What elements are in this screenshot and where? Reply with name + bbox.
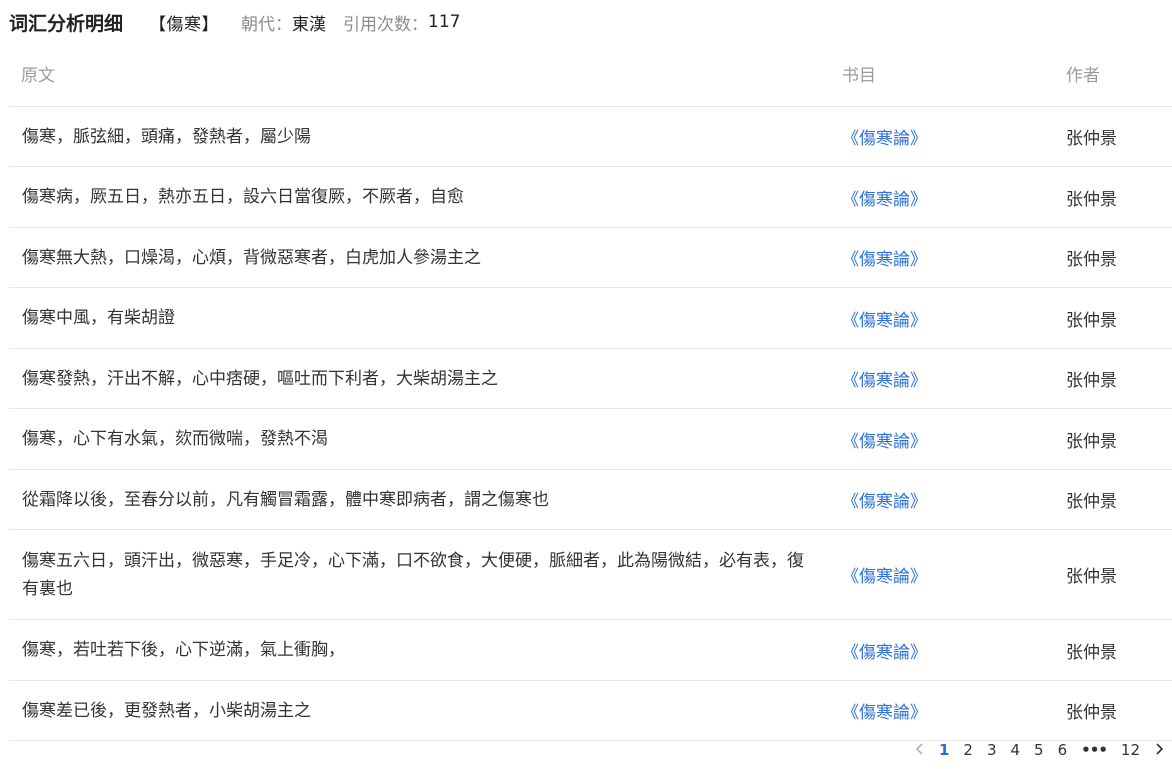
citations-count: 117 — [428, 12, 461, 32]
row-author: 张仲景 — [1066, 642, 1117, 663]
row-book-link[interactable]: 《傷寒論》 — [842, 107, 927, 166]
citations-label: 引用次数： — [343, 14, 429, 35]
table-row: 傷寒五六日，頭汗出，微惡寒，手足冷，心下滿，口不欲食，大便硬，脈細者，此為陽微結… — [9, 530, 1172, 620]
row-author: 张仲景 — [1066, 371, 1117, 391]
row-book-link[interactable]: 《傷寒論》 — [842, 228, 927, 287]
row-original-text: 從霜降以後，至春分以前，凡有觸冒霜露，體中寒即病者，謂之傷寒也 — [22, 489, 549, 510]
table-row: 傷寒，心下有水氣，欬而微喘，發熱不渴 《傷寒論》 张仲景 — [9, 409, 1172, 470]
table-row: 傷寒差已後，更發熱者，小柴胡湯主之 《傷寒論》 张仲景 — [9, 681, 1172, 741]
pagination-ellipsis[interactable]: ••• — [1081, 741, 1108, 759]
page-title: 词汇分析明细 — [9, 12, 124, 35]
table-row: 傷寒發熱，汗出不解，心中痞硬，嘔吐而下利者，大柴胡湯主之 《傷寒論》 张仲景 — [9, 349, 1172, 409]
page-2-button[interactable]: 2 — [963, 741, 973, 759]
page-last-button[interactable]: 12 — [1121, 741, 1140, 759]
table-header: 原文 书目 作者 — [9, 47, 1172, 107]
table-row: 傷寒病，厥五日，熱亦五日，設六日當復厥，不厥者，自愈 《傷寒論》 张仲景 — [9, 167, 1172, 228]
table-row: 從霜降以後，至春分以前，凡有觸冒霜露，體中寒即病者，謂之傷寒也 《傷寒論》 张仲景 — [9, 470, 1172, 530]
row-original-text: 傷寒中風，有柴胡證 — [22, 308, 175, 328]
chevron-right-icon[interactable] — [1154, 740, 1164, 761]
pagination: 1 2 3 4 5 6 ••• 12 — [908, 738, 1172, 762]
row-book-link[interactable]: 《傷寒論》 — [842, 288, 927, 348]
row-original-text: 傷寒差已後，更發熱者，小柴胡湯主之 — [22, 700, 311, 721]
row-original-text: 傷寒無大熱，口燥渴，心煩，背微惡寒者，白虎加人參湯主之 — [22, 247, 481, 268]
row-original-text: 傷寒病，厥五日，熱亦五日，設六日當復厥，不厥者，自愈 — [22, 187, 464, 207]
page-5-button[interactable]: 5 — [1034, 741, 1044, 759]
row-original-text: 傷寒五六日，頭汗出，微惡寒，手足冷，心下滿，口不欲食，大便硬，脈細者，此為陽微結… — [22, 550, 804, 599]
row-book-link[interactable]: 《傷寒論》 — [842, 167, 927, 227]
page-4-button[interactable]: 4 — [1011, 741, 1021, 759]
row-original-text: 傷寒，若吐若下後，心下逆滿，氣上衝胸， — [22, 640, 345, 660]
row-book-link[interactable]: 《傷寒論》 — [842, 349, 927, 408]
page-6-button[interactable]: 6 — [1058, 741, 1068, 759]
dynasty-label: 朝代： — [241, 14, 293, 35]
table-row: 傷寒，若吐若下後，心下逆滿，氣上衝胸， 《傷寒論》 张仲景 — [9, 620, 1172, 681]
citation-table: 原文 书目 作者 傷寒，脈弦細，頭痛，發熱者，屬少陽 《傷寒論》 张仲景 傷寒病，厥五… — [9, 47, 1172, 741]
row-author: 张仲景 — [1066, 129, 1117, 149]
row-original-text: 傷寒，心下有水氣，欬而微喘，發熱不渴 — [22, 429, 328, 449]
row-book-link[interactable]: 《傷寒論》 — [842, 620, 927, 680]
row-book-link[interactable]: 《傷寒論》 — [842, 470, 927, 529]
row-author: 张仲景 — [1066, 189, 1117, 210]
table-body: 傷寒，脈弦細，頭痛，發熱者，屬少陽 《傷寒論》 张仲景 傷寒病，厥五日，熱亦五日，設六… — [9, 107, 1172, 741]
row-author: 张仲景 — [1066, 492, 1117, 512]
row-book-link[interactable]: 《傷寒論》 — [842, 530, 927, 619]
column-header-text: 原文 — [21, 66, 55, 86]
table-row: 傷寒，脈弦細，頭痛，發熱者，屬少陽 《傷寒論》 张仲景 — [9, 107, 1172, 167]
column-header-book: 书目 — [842, 66, 876, 86]
dynasty-value: 東漢 — [292, 14, 327, 35]
row-author: 张仲景 — [1066, 703, 1117, 723]
column-header-author: 作者 — [1066, 66, 1100, 86]
row-original-text: 傷寒發熱，汗出不解，心中痞硬，嘔吐而下利者，大柴胡湯主之 — [22, 368, 498, 389]
row-book-link[interactable]: 《傷寒論》 — [842, 681, 927, 740]
page-1-button[interactable]: 1 — [939, 741, 949, 759]
row-original-text: 傷寒，脈弦細，頭痛，發熱者，屬少陽 — [22, 126, 311, 147]
analyzed-word: 【傷寒】 — [149, 14, 220, 35]
row-author: 张仲景 — [1066, 310, 1117, 331]
row-book-link[interactable]: 《傷寒論》 — [842, 409, 927, 469]
row-author: 张仲景 — [1066, 431, 1117, 452]
table-row: 傷寒無大熱，口燥渴，心煩，背微惡寒者，白虎加人參湯主之 《傷寒論》 张仲景 — [9, 228, 1172, 288]
table-row: 傷寒中風，有柴胡證 《傷寒論》 张仲景 — [9, 288, 1172, 349]
chevron-left-icon[interactable] — [915, 740, 925, 761]
page-3-button[interactable]: 3 — [987, 741, 997, 759]
row-author: 张仲景 — [1066, 250, 1117, 270]
page-header: 词汇分析明细 【傷寒】 朝代： 東漢 引用次数： 117 — [9, 8, 460, 36]
row-author: 张仲景 — [1066, 567, 1117, 587]
